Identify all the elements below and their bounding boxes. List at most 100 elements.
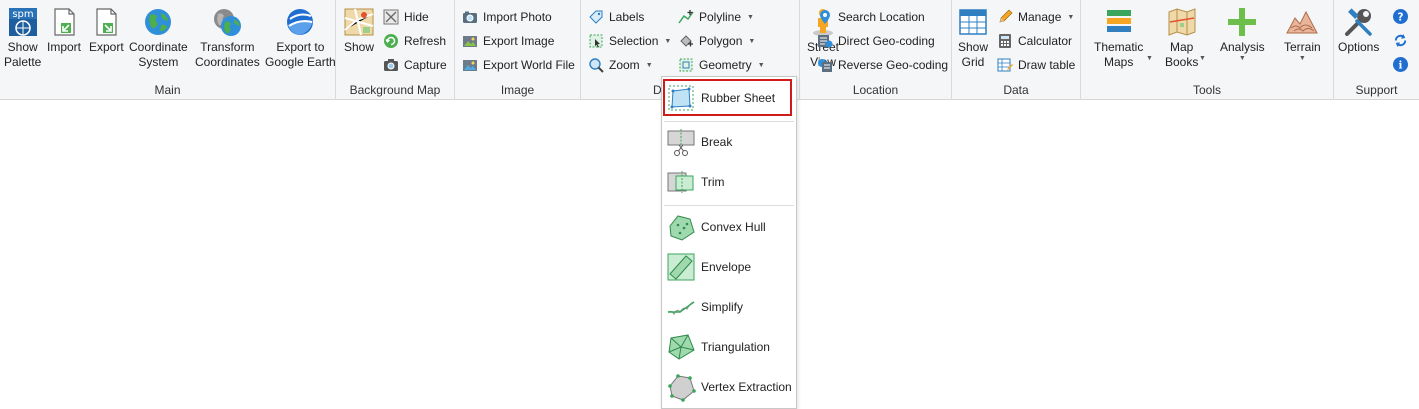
zoom-icon: [588, 57, 604, 73]
envelope-icon: [666, 252, 696, 282]
polyline-button[interactable]: Polyline ▼: [678, 7, 754, 27]
geometry-button[interactable]: Geometry ▼: [678, 55, 765, 75]
polygon-icon: [678, 33, 694, 49]
geometry-icon: [678, 57, 694, 73]
group-main-label: Main: [154, 83, 181, 97]
menu-item-triangulation[interactable]: Triangulation: [666, 329, 792, 365]
draw-table-icon: [997, 57, 1013, 73]
labels-label: Labels: [609, 10, 645, 24]
coordinate-system-button[interactable]: Coordinate System: [129, 6, 188, 70]
export-google-earth-button[interactable]: Export to Google Earth: [265, 6, 336, 70]
geometry-label: Geometry: [699, 58, 752, 72]
zoom-dropdown-icon[interactable]: ▼: [646, 62, 653, 69]
import-photo-button[interactable]: Import Photo: [462, 7, 552, 27]
help-icon[interactable]: ?: [1393, 9, 1408, 24]
sync-icon[interactable]: [1393, 33, 1408, 48]
group-background-map: Show Hide Refresh Capture Background Map: [336, 0, 455, 100]
analysis-plus-icon: [1226, 6, 1258, 38]
options-button[interactable]: Options: [1338, 6, 1379, 55]
export-image-button[interactable]: Export Image: [462, 31, 554, 51]
photo-camera-icon: [462, 9, 478, 25]
capture-button[interactable]: Capture: [383, 55, 447, 75]
manage-dropdown-icon[interactable]: ▼: [1067, 14, 1074, 21]
terrain-dropdown-icon[interactable]: ▼: [1299, 55, 1306, 63]
polyline-dropdown-icon[interactable]: ▼: [747, 14, 754, 21]
map-books-label-2: Books: [1165, 55, 1199, 69]
labels-button[interactable]: Labels: [588, 7, 644, 27]
transform-coordinates-label-1: Transform: [200, 40, 255, 54]
manage-label: Manage: [1018, 10, 1062, 24]
background-map-show-button[interactable]: Show: [343, 6, 375, 55]
draw-table-button[interactable]: Draw table: [997, 55, 1075, 75]
selection-label: Selection: [609, 34, 659, 48]
map-books-label-1: Map: [1170, 40, 1194, 54]
group-background-map-label: Background Map: [349, 83, 441, 97]
show-palette-label-1: Show: [7, 40, 38, 54]
refresh-button[interactable]: Refresh: [383, 31, 446, 51]
group-data: Show Grid Manage ▼ Calculator Draw table…: [952, 0, 1081, 100]
polyline-icon: [678, 9, 694, 25]
menu-item-envelope[interactable]: Envelope: [666, 249, 792, 285]
show-grid-button[interactable]: Show Grid: [957, 6, 989, 70]
menu-item-vertex-extraction[interactable]: Vertex Extraction: [666, 369, 792, 405]
import-button[interactable]: Import: [47, 6, 81, 55]
menu-item-break[interactable]: Break: [666, 124, 792, 160]
show-palette-button[interactable]: spm Show Palette: [4, 6, 41, 70]
triangulation-icon: [666, 332, 696, 362]
polyline-label: Polyline: [699, 10, 742, 24]
capture-label: Capture: [404, 58, 447, 72]
search-location-button[interactable]: Search Location: [817, 7, 925, 27]
thematic-maps-dropdown-icon[interactable]: ▼: [1146, 55, 1153, 62]
export-image-label: Export Image: [483, 34, 555, 48]
map-books-button[interactable]: Map Books: [1165, 6, 1198, 70]
label-tag-icon: [588, 9, 604, 25]
menu-separator: [664, 205, 794, 206]
coordinate-system-label-1: Coordinate: [129, 40, 188, 54]
direct-geocoding-button[interactable]: Direct Geo-coding: [817, 31, 935, 51]
transform-coordinates-button[interactable]: Transform Coordinates: [195, 6, 260, 70]
analysis-dropdown-icon[interactable]: ▼: [1239, 55, 1246, 63]
selection-icon: [588, 33, 604, 49]
analysis-label: Analysis: [1220, 40, 1265, 54]
geometry-dropdown-icon[interactable]: ▼: [758, 62, 765, 69]
group-data-label: Data: [1003, 83, 1029, 97]
menu-item-trim[interactable]: Trim: [666, 164, 792, 200]
convex-hull-icon: [666, 212, 696, 242]
polygon-button[interactable]: Polygon ▼: [678, 31, 755, 51]
menu-item-vertex-extraction-label: Vertex Extraction: [701, 380, 792, 394]
zoom-button[interactable]: Zoom ▼: [588, 55, 653, 75]
simplify-icon: [666, 292, 696, 322]
selection-button[interactable]: Selection ▼: [588, 31, 671, 51]
terrain-button[interactable]: Terrain ▼: [1284, 6, 1321, 63]
location-pin-icon: [817, 9, 833, 25]
spm-logo-text: spm: [12, 9, 33, 20]
calculator-button[interactable]: Calculator: [997, 31, 1072, 51]
show-palette-label-2: Palette: [4, 55, 42, 69]
reverse-geocoding-button[interactable]: Reverse Geo-coding: [817, 55, 948, 75]
menu-item-break-label: Break: [701, 135, 733, 149]
wrench-screwdriver-icon: [1343, 6, 1375, 38]
thematic-maps-button[interactable]: Thematic Maps: [1094, 6, 1143, 70]
menu-item-simplify-label: Simplify: [701, 300, 744, 314]
export-world-file-button[interactable]: Export World File: [462, 55, 575, 75]
menu-item-simplify[interactable]: Simplify: [666, 289, 792, 325]
globe-icon: [142, 6, 174, 38]
selection-dropdown-icon[interactable]: ▼: [664, 38, 671, 45]
transform-coordinates-label-2: Coordinates: [195, 55, 260, 69]
grid-table-icon: [957, 6, 989, 38]
manage-button[interactable]: Manage ▼: [997, 7, 1074, 27]
import-file-icon: [48, 6, 80, 38]
analysis-button[interactable]: Analysis ▼: [1220, 6, 1265, 63]
camera-icon: [383, 57, 399, 73]
menu-item-convex-hull[interactable]: Convex Hull: [666, 209, 792, 245]
map-books-dropdown-icon[interactable]: ▼: [1199, 55, 1206, 62]
import-photo-label: Import Photo: [483, 10, 552, 24]
export-button[interactable]: Export: [89, 6, 124, 55]
hide-button[interactable]: Hide: [383, 7, 429, 27]
pencil-icon: [997, 9, 1013, 25]
polygon-label: Polygon: [699, 34, 743, 48]
polygon-dropdown-icon[interactable]: ▼: [748, 38, 755, 45]
export-file-icon: [90, 6, 122, 38]
info-icon[interactable]: i: [1393, 57, 1408, 72]
direct-geocoding-icon: [817, 33, 833, 49]
